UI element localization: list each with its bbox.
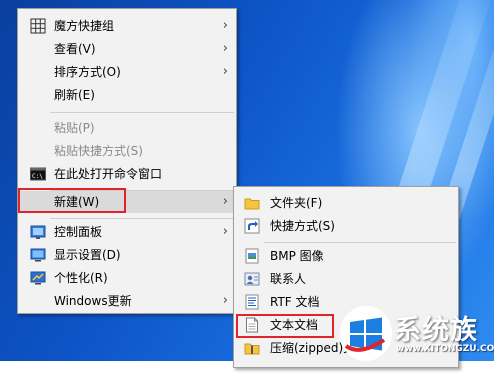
personalize-icon (30, 270, 46, 286)
menu-separator (264, 242, 456, 243)
menu-item-mofang-group[interactable]: 魔方快捷组 › (18, 15, 236, 37)
menu-item-label: 粘贴(P) (54, 121, 95, 135)
submenu-item-contact[interactable]: 联系人 (234, 268, 458, 290)
chevron-right-icon: › (222, 64, 228, 79)
menu-item-label: 刷新(E) (54, 88, 95, 102)
desktop-context-menu: 魔方快捷组 › 查看(V) › 排序方式(O) › 刷新(E) 粘贴(P) 粘贴… (17, 8, 237, 314)
menu-item-open-command-window[interactable]: C:\ 在此处打开命令窗口 (18, 163, 236, 185)
shortcut-icon (244, 218, 260, 234)
site-watermark: 系统族 www.XITONGZU.COM (340, 306, 494, 361)
bmp-file-icon (244, 248, 260, 264)
menu-item-paste[interactable]: 粘贴(P) (18, 117, 236, 139)
menu-separator (50, 218, 234, 219)
menu-item-paste-shortcut[interactable]: 粘贴快捷方式(S) (18, 140, 236, 162)
rtf-file-icon (244, 294, 260, 310)
menu-item-label: 魔方快捷组 (54, 19, 115, 33)
watermark-brand: 系统族 (394, 315, 478, 346)
menu-item-label: 在此处打开命令窗口 (54, 167, 163, 181)
watermark-url: www.XITONGZU.COM (396, 344, 494, 354)
chevron-right-icon: › (222, 224, 228, 239)
cmd-icon: C:\ (30, 166, 46, 182)
menu-item-label: 查看(V) (54, 42, 96, 56)
menu-separator (50, 112, 234, 113)
menu-item-sort-by[interactable]: 排序方式(O) › (18, 61, 236, 83)
display-settings-icon (30, 247, 46, 263)
submenu-item-label: 快捷方式(S) (270, 219, 335, 233)
menu-item-label: 显示设置(D) (54, 248, 121, 262)
submenu-item-shortcut[interactable]: 快捷方式(S) (234, 215, 458, 237)
menu-item-label: 粘贴快捷方式(S) (54, 144, 143, 158)
contact-icon (244, 271, 260, 287)
submenu-item-label: 联系人 (270, 272, 307, 286)
submenu-item-label: RTF 文档 (270, 295, 320, 309)
folder-icon (244, 195, 260, 211)
highlight-box-new (18, 188, 126, 213)
menu-item-label: 个性化(R) (54, 271, 108, 285)
zip-folder-icon (244, 340, 260, 356)
windows-logo-icon (340, 306, 392, 361)
menu-item-windows-update[interactable]: Windows更新 › (18, 290, 236, 312)
chevron-right-icon: › (222, 194, 228, 209)
menu-item-display-settings[interactable]: 显示设置(D) (18, 244, 236, 266)
submenu-item-folder[interactable]: 文件夹(F) (234, 192, 458, 214)
submenu-item-label: 文件夹(F) (270, 196, 323, 210)
chevron-right-icon: › (222, 18, 228, 33)
svg-text:C:\: C:\ (32, 173, 43, 180)
menu-item-label: 排序方式(O) (54, 65, 121, 79)
chevron-right-icon: › (222, 41, 228, 56)
highlight-box-text-document (236, 314, 334, 338)
submenu-item-bmp-image[interactable]: BMP 图像 (234, 245, 458, 267)
menu-item-label: 控制面板 (54, 225, 103, 239)
menu-item-personalize[interactable]: 个性化(R) (18, 267, 236, 289)
chevron-right-icon: › (222, 293, 228, 308)
menu-item-control-panel[interactable]: 控制面板 › (18, 221, 236, 243)
menu-item-label: Windows更新 (54, 294, 132, 308)
control-panel-icon (30, 224, 46, 240)
menu-item-view[interactable]: 查看(V) › (18, 38, 236, 60)
submenu-item-label: BMP 图像 (270, 249, 324, 263)
grid-icon (30, 18, 46, 34)
menu-item-refresh[interactable]: 刷新(E) (18, 84, 236, 106)
